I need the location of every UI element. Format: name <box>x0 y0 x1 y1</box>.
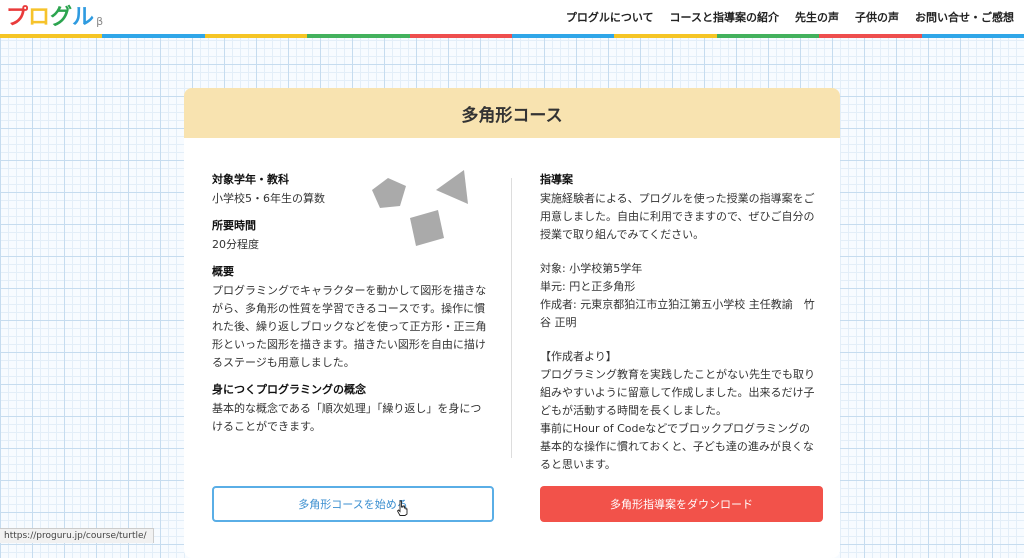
author-note-heading: 【作成者より】 <box>540 350 617 363</box>
nav-contact[interactable]: お問い合せ・ご感想 <box>915 9 1014 25</box>
stripe-segment <box>716 34 820 38</box>
stripe-segment <box>0 34 103 38</box>
site-header: プログルβ プログルについて コースと指導案の紹介 先生の声 子供の声 お問い合… <box>0 0 1024 34</box>
overview-heading: 概要 <box>212 265 234 278</box>
column-divider <box>511 178 512 458</box>
plan-heading: 指導案 <box>540 173 573 186</box>
stripe-segment <box>102 34 205 38</box>
logo-char: プ <box>6 5 29 30</box>
logo-char: ロ <box>28 5 51 30</box>
overview-text: プログラミングでキャラクターを動かして図形を描きながら、多角形の性質を学習できる… <box>212 284 487 369</box>
nav-kids-voice[interactable]: 子供の声 <box>855 9 899 25</box>
stripe-segment <box>307 34 410 38</box>
author-note: プログラミング教育を実践したことがない先生でも取り組みやすいように留意して作成し… <box>540 368 815 471</box>
site-logo[interactable]: プログルβ <box>6 3 103 31</box>
triangle-icon <box>436 170 468 204</box>
stripe-segment <box>409 34 513 38</box>
stripe-segment <box>819 34 922 38</box>
stripe-segment <box>921 34 1024 38</box>
main-nav: プログルについて コースと指導案の紹介 先生の声 子供の声 お問い合せ・ご感想 <box>550 0 1014 34</box>
concept-text: 基本的な概念である「順次処理」「繰り返し」を身につけることができます。 <box>212 402 482 433</box>
nav-courses[interactable]: コースと指導案の紹介 <box>670 9 779 25</box>
square-icon <box>410 210 444 246</box>
logo-char: グ <box>50 5 73 30</box>
stripe-segment <box>512 34 615 38</box>
color-stripe <box>0 34 1024 38</box>
logo-beta-badge: β <box>96 15 104 28</box>
nav-teachers-voice[interactable]: 先生の声 <box>795 9 839 25</box>
plan-intro: 実施経験者による、プログルを使った授業の指導案をご用意しました。自由に利用できま… <box>540 192 815 241</box>
lesson-plan-info: 指導案 実施経験者による、プログルを使った授業の指導案をご用意しました。自由に利… <box>540 170 815 474</box>
concept-heading: 身につくプログラミングの概念 <box>212 383 366 396</box>
download-plan-button[interactable]: 多角形指導案をダウンロード <box>540 486 823 522</box>
pentagon-icon <box>372 178 406 208</box>
course-title: 多角形コース <box>184 88 840 138</box>
stripe-segment <box>614 34 717 38</box>
start-course-button[interactable]: 多角形コースを始める <box>212 486 494 522</box>
polygon-shapes <box>372 170 468 246</box>
plan-target: 対象: 小学校第5学年 <box>540 262 643 275</box>
plan-unit: 単元: 円と正多角形 <box>540 280 636 293</box>
hand-cursor-icon <box>396 500 408 516</box>
logo-char: ル <box>72 5 95 30</box>
nav-about[interactable]: プログルについて <box>566 9 654 25</box>
status-bar-url: https://proguru.jp/course/turtle/ <box>0 528 154 543</box>
plan-author: 作成者: 元東京都狛江市立狛江第五小学校 主任教諭 竹谷 正明 <box>540 298 815 329</box>
stripe-segment <box>204 34 308 38</box>
